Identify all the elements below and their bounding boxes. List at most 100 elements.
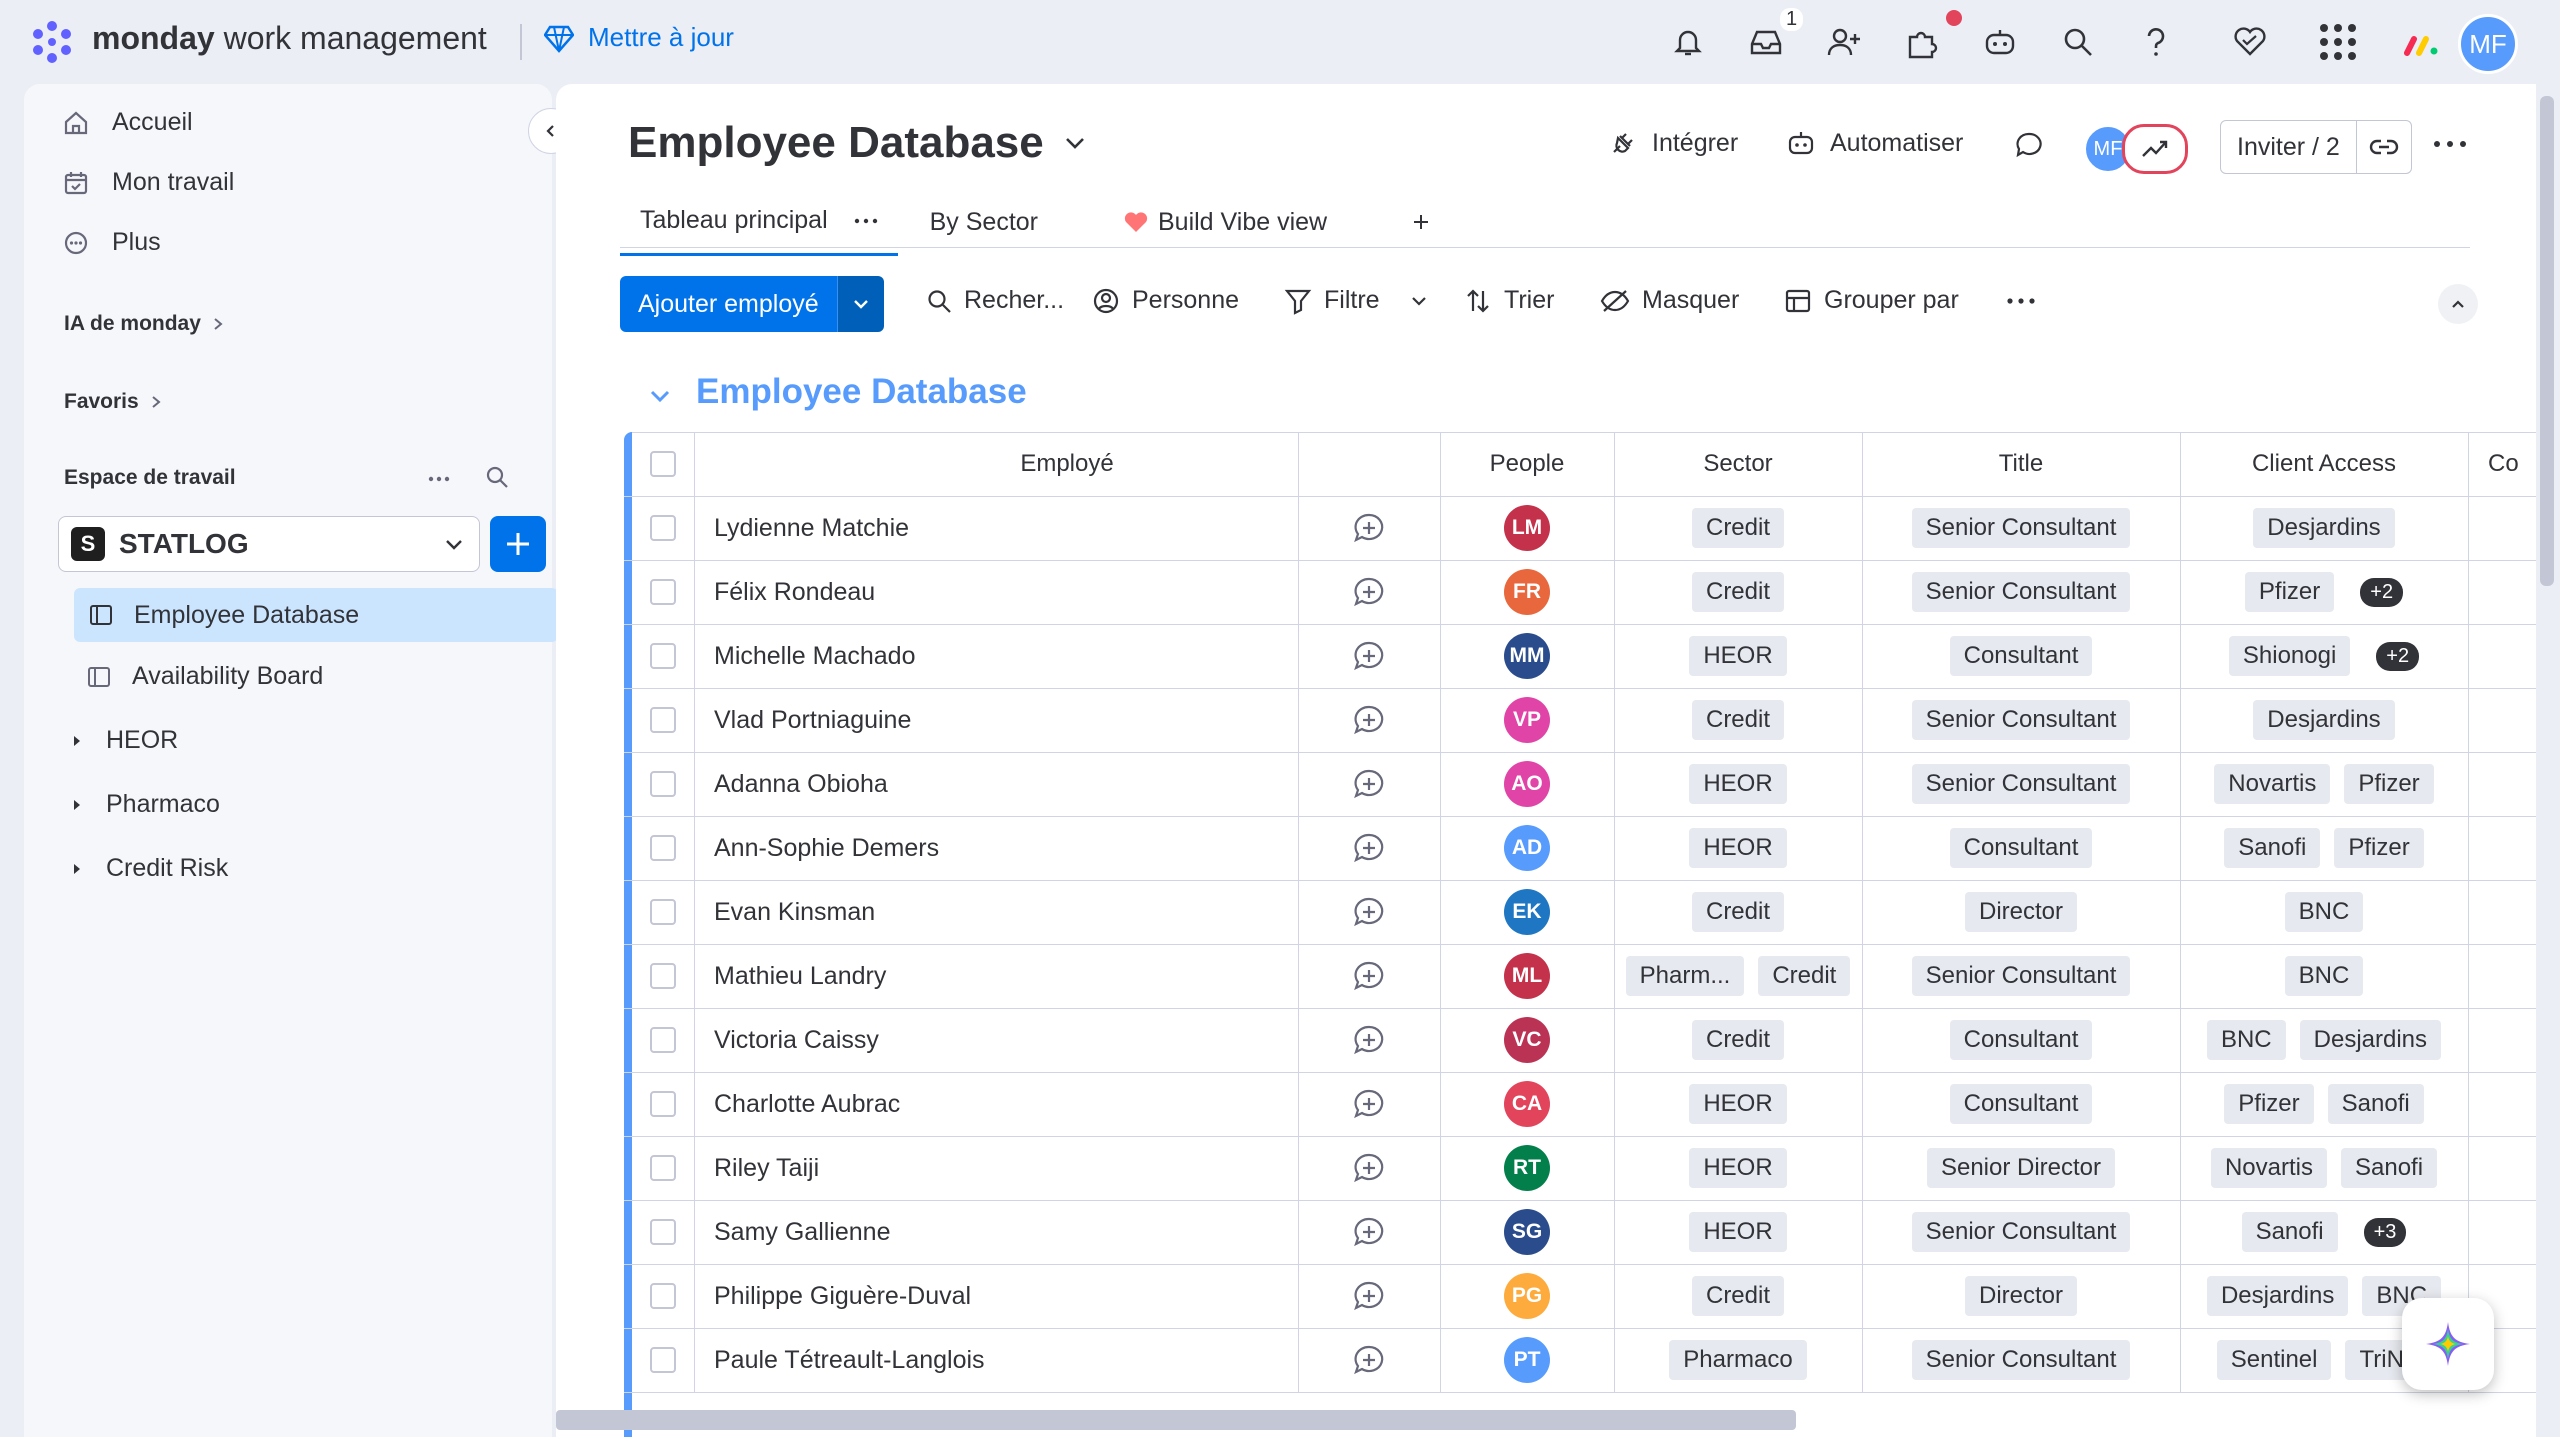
row-checkbox[interactable]	[650, 515, 676, 541]
sector-cell[interactable]: HEOR	[1614, 1072, 1862, 1136]
next-column-cell[interactable]	[2468, 1008, 2536, 1072]
sidebar-board-availability[interactable]: Availability Board	[86, 662, 323, 691]
employee-name-cell[interactable]: Michelle Machado	[694, 624, 1298, 688]
client-access-cell[interactable]: Novartis Sanofi	[2180, 1136, 2468, 1200]
people-cell[interactable]: PT	[1440, 1328, 1614, 1392]
employee-name-cell[interactable]: Riley Taiji	[694, 1136, 1298, 1200]
add-update-icon[interactable]	[1352, 511, 1386, 545]
invite-members-icon[interactable]	[1824, 22, 1864, 62]
title-cell[interactable]: Senior Consultant	[1862, 944, 2180, 1008]
employee-name-cell[interactable]: Ann-Sophie Demers	[694, 816, 1298, 880]
sector-cell[interactable]: Credit	[1614, 496, 1862, 560]
monday-logo-icon[interactable]	[28, 18, 76, 66]
next-column-cell[interactable]	[2468, 1072, 2536, 1136]
row-checkbox[interactable]	[650, 1027, 676, 1053]
client-access-cell[interactable]: Desjardins	[2180, 496, 2468, 560]
sector-cell[interactable]: HEOR	[1614, 816, 1862, 880]
add-update-icon[interactable]	[1352, 767, 1386, 801]
heart-icon[interactable]	[2230, 22, 2270, 62]
table-row[interactable]: Riley Taiji RT HEOR Senior Director Novartis…	[624, 1136, 2536, 1201]
table-row[interactable]: Evan Kinsman EK Credit Director BNC	[624, 880, 2536, 945]
table-row[interactable]: Ann-Sophie Demers AD HEOR Consultant Sanofi P…	[624, 816, 2536, 881]
client-access-cell[interactable]: Sanofi +3	[2180, 1200, 2468, 1264]
client-access-cell[interactable]: BNC	[2180, 880, 2468, 944]
next-column-cell[interactable]	[2468, 1136, 2536, 1200]
people-cell[interactable]: AO	[1440, 752, 1614, 816]
sector-cell[interactable]: HEOR	[1614, 752, 1862, 816]
employee-name-cell[interactable]: Victoria Caissy	[694, 1008, 1298, 1072]
next-column-cell[interactable]	[2468, 752, 2536, 816]
add-update-icon[interactable]	[1352, 831, 1386, 865]
collapse-header-button[interactable]	[2438, 284, 2478, 324]
client-access-cell[interactable]: Shionogi +2	[2180, 624, 2468, 688]
chevron-down-icon[interactable]	[1410, 292, 1428, 310]
column-header-employee[interactable]: Employé	[694, 432, 1440, 496]
people-cell[interactable]: SG	[1440, 1200, 1614, 1264]
people-cell[interactable]: RT	[1440, 1136, 1614, 1200]
employee-name-cell[interactable]: Félix Rondeau	[694, 560, 1298, 624]
client-access-cell[interactable]: Desjardins	[2180, 688, 2468, 752]
next-column-cell[interactable]	[2468, 560, 2536, 624]
sector-cell[interactable]: Credit	[1614, 1264, 1862, 1328]
apps-marketplace-icon[interactable]	[1902, 22, 1942, 62]
sidebar-favorites-section[interactable]: Favoris	[64, 390, 163, 414]
title-cell[interactable]: Senior Consultant	[1862, 496, 2180, 560]
sector-cell[interactable]: Credit	[1614, 560, 1862, 624]
add-update-cell[interactable]	[1298, 752, 1440, 816]
row-checkbox[interactable]	[650, 1091, 676, 1117]
add-update-icon[interactable]	[1352, 1215, 1386, 1249]
people-cell[interactable]: VC	[1440, 1008, 1614, 1072]
title-cell[interactable]: Director	[1862, 880, 2180, 944]
client-access-cell[interactable]: Pfizer +2	[2180, 560, 2468, 624]
sector-cell[interactable]: Pharmaco	[1614, 1328, 1862, 1392]
table-row[interactable]: Victoria Caissy VC Credit Consultant BNC Desj…	[624, 1008, 2536, 1073]
inbox-icon[interactable]	[1746, 22, 1786, 62]
sidebar-item-my-work[interactable]: Mon travail	[62, 168, 234, 197]
row-checkbox[interactable]	[650, 643, 676, 669]
row-checkbox[interactable]	[650, 1155, 676, 1181]
search-button[interactable]: Recher...	[926, 286, 1064, 315]
add-update-cell[interactable]	[1298, 1200, 1440, 1264]
people-cell[interactable]: FR	[1440, 560, 1614, 624]
employee-name-cell[interactable]: Vlad Portniaguine	[694, 688, 1298, 752]
client-access-cell[interactable]: Pfizer Sanofi	[2180, 1072, 2468, 1136]
table-row[interactable]: Paule Tétreault-Langlois PT Pharmaco Senior…	[624, 1328, 2536, 1393]
employee-name-cell[interactable]: Lydienne Matchie	[694, 496, 1298, 560]
table-row[interactable]: Mathieu Landry ML Pharm... Credit Senior Con…	[624, 944, 2536, 1009]
sidebar-item-more[interactable]: Plus	[62, 228, 161, 257]
people-cell[interactable]: LM	[1440, 496, 1614, 560]
user-avatar[interactable]: MF	[2458, 14, 2518, 74]
add-employee-dropdown[interactable]	[836, 276, 884, 332]
vertical-scrollbar[interactable]	[2540, 96, 2554, 586]
row-checkbox[interactable]	[650, 1347, 676, 1373]
workspace-search-icon[interactable]	[484, 464, 510, 495]
employee-name-cell[interactable]: Adanna Obioha	[694, 752, 1298, 816]
sidebar-folder-pharmaco[interactable]: Pharmaco	[68, 790, 220, 819]
app-switcher-grid-icon[interactable]	[2318, 22, 2358, 62]
row-checkbox[interactable]	[650, 963, 676, 989]
client-access-cell[interactable]: Novartis Pfizer	[2180, 752, 2468, 816]
add-update-icon[interactable]	[1352, 959, 1386, 993]
comment-icon[interactable]	[2014, 130, 2044, 160]
more-clients-badge[interactable]: +3	[2363, 1217, 2407, 1247]
people-cell[interactable]: CA	[1440, 1072, 1614, 1136]
board-more-options-icon[interactable]	[2432, 134, 2468, 159]
title-cell[interactable]: Senior Consultant	[1862, 560, 2180, 624]
sector-cell[interactable]: Credit	[1614, 688, 1862, 752]
table-row[interactable]: Samy Gallienne SG HEOR Senior Consultant San…	[624, 1200, 2536, 1265]
table-row[interactable]: Félix Rondeau FR Credit Senior Consultant Pf…	[624, 560, 2536, 625]
title-cell[interactable]: Senior Consultant	[1862, 688, 2180, 752]
sidebar-folder-heor[interactable]: HEOR	[68, 726, 178, 755]
add-update-cell[interactable]	[1298, 560, 1440, 624]
add-update-cell[interactable]	[1298, 1264, 1440, 1328]
add-update-cell[interactable]	[1298, 816, 1440, 880]
add-update-cell[interactable]	[1298, 880, 1440, 944]
add-update-icon[interactable]	[1352, 1087, 1386, 1121]
people-cell[interactable]: VP	[1440, 688, 1614, 752]
row-checkbox[interactable]	[650, 771, 676, 797]
row-checkbox[interactable]	[650, 579, 676, 605]
group-collapse-chevron-icon[interactable]	[648, 384, 672, 408]
tab-options-icon[interactable]	[854, 216, 878, 226]
table-row[interactable]: Michelle Machado MM HEOR Consultant Shionogi…	[624, 624, 2536, 689]
ai-assistant-icon[interactable]	[1980, 22, 2020, 62]
